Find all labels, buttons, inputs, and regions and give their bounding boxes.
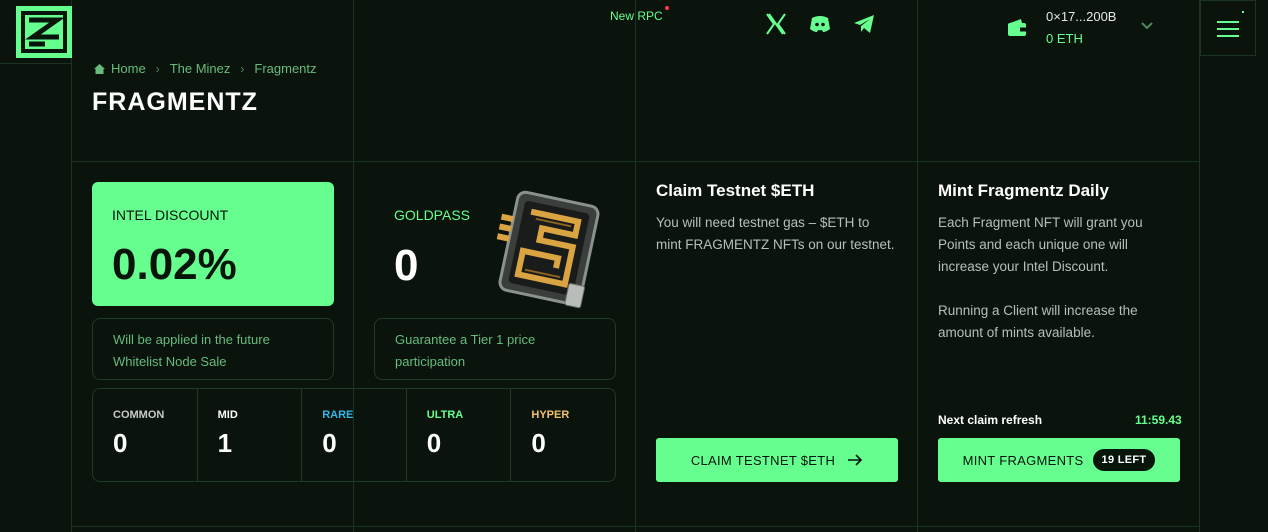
grid-line [917, 0, 918, 532]
discord-icon[interactable] [807, 12, 833, 36]
tier-count: 0 [426, 428, 442, 458]
intel-discount-value: 0.02% [112, 240, 237, 289]
tier-name: RARE [322, 409, 354, 421]
tier-name: HYPER [531, 409, 570, 421]
telegram-icon[interactable] [851, 12, 877, 36]
notification-dot [665, 6, 669, 10]
chevron-right-icon: › [240, 61, 245, 76]
goldpass-note: Guarantee a Tier 1 price participation [374, 318, 616, 380]
claim-button-label: CLAIM TESTNET $ETH [690, 452, 836, 468]
goldpass-label: GOLDPASS [394, 207, 470, 223]
wallet-balance: 0 ETH [1046, 31, 1083, 46]
breadcrumb-current: Fragmentz [254, 61, 317, 76]
goldpass-value: 0 [394, 241, 419, 290]
grid-line [71, 526, 1200, 527]
next-claim-refresh-label: Next claim refresh [938, 413, 1043, 427]
tier-name: ULTRA [426, 409, 464, 421]
home-icon [94, 63, 105, 74]
hamburger-icon [1217, 28, 1239, 30]
breadcrumb-home[interactable]: Home [111, 61, 146, 76]
tier-count: 0 [113, 428, 128, 458]
chevron-right-icon: › [155, 61, 160, 76]
grid-line [0, 63, 71, 64]
x-icon[interactable] [763, 12, 789, 36]
intel-discount-card: INTEL DISCOUNT 0.02% [92, 182, 334, 306]
tier-name: COMMON [113, 409, 165, 421]
menu-button[interactable] [1200, 0, 1256, 56]
app-logo[interactable] [16, 6, 72, 58]
fragment-tiers: COMMON 0 MID 1 RARE 0 ULTRA 0 HYPER 0 [92, 388, 616, 482]
mint-body-2: Running a Client will increase the amoun… [938, 303, 1138, 340]
intel-discount-label: INTEL DISCOUNT [112, 207, 229, 223]
page-title: FRAGMENTZ [92, 88, 258, 116]
tier-mid: MID 1 [198, 389, 303, 481]
hamburger-icon [1217, 21, 1239, 23]
mints-left-badge: 19 LEFT [1092, 449, 1156, 471]
mint-fragments-button[interactable]: MINT FRAGMENTS 19 LEFT [938, 438, 1180, 482]
grid-line [71, 0, 72, 532]
claim-title: Claim Testnet $ETH [656, 181, 815, 200]
grid-line [1199, 0, 1200, 532]
mint-button-label: MINT FRAGMENTS [962, 452, 1084, 468]
wallet-address[interactable]: 0×17...200B [1046, 9, 1116, 24]
tier-ultra: ULTRA 0 [407, 389, 512, 481]
tier-count: 1 [217, 428, 233, 458]
claim-body: You will need testnet gas – $ETH to mint… [656, 215, 895, 252]
tier-rare: RARE 0 [302, 389, 407, 481]
mint-title: Mint Fragmentz Daily [938, 181, 1109, 200]
grid-line [71, 161, 1200, 162]
intel-discount-note: Will be applied in the future Whitelist … [92, 318, 334, 380]
mint-body-1: Each Fragment NFT will grant you Points … [938, 215, 1143, 274]
claim-testnet-eth-button[interactable]: CLAIM TESTNET $ETH [656, 438, 898, 482]
mint-description: Each Fragment NFT will grant you Points … [938, 212, 1178, 366]
claim-description: You will need testnet gas – $ETH to mint… [656, 212, 896, 278]
grid-line [635, 0, 636, 532]
tier-common: COMMON 0 [93, 389, 198, 481]
new-rpc-link[interactable]: New RPC [610, 9, 663, 23]
breadcrumb-parent[interactable]: The Minez [170, 61, 231, 76]
goldpass-image [496, 190, 600, 309]
hamburger-icon [1217, 35, 1239, 37]
chevron-down-icon[interactable] [1139, 19, 1155, 33]
menu-indicator [1242, 11, 1244, 13]
breadcrumb: Home › The Minez › Fragmentz [93, 61, 317, 76]
tier-hyper: HYPER 0 [511, 389, 615, 481]
tier-name: MID [217, 409, 238, 421]
tier-count: 0 [531, 428, 546, 458]
arrow-right-icon [848, 454, 863, 466]
next-claim-refresh-timer: 11:59.43 [1135, 413, 1182, 427]
tier-count: 0 [322, 428, 337, 458]
wallet-icon [1008, 19, 1026, 36]
